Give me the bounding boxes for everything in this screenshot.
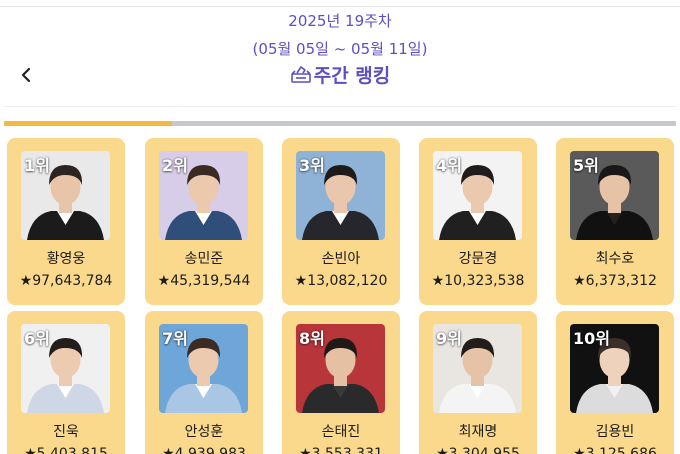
week-label: 2025년 19주차 [288, 12, 392, 30]
page-title: 주간 랭킹 [313, 64, 391, 87]
vote-box-icon [290, 65, 312, 83]
vote-score: ★3,304,955 [436, 446, 520, 454]
header-divider [4, 106, 676, 107]
ranking-card[interactable]: 1위황영웅 ★97,643,784 [7, 138, 125, 305]
ranking-card[interactable]: 5위최수호 ★6,373,312 [556, 138, 674, 305]
vote-score: ★3,125,686 [573, 446, 657, 454]
page-title-row: 주간 랭킹 [0, 60, 680, 88]
ranking-card[interactable]: 3위손빈아 ★13,082,120 [282, 138, 400, 305]
artist-name: 손태진 [321, 424, 361, 440]
vote-score: ★45,319,544 [157, 273, 251, 289]
artist-name: 최재명 [458, 424, 498, 440]
artist-name: 강문경 [458, 251, 498, 267]
rank-badge: 1위 [24, 156, 50, 175]
rank-badge: 8위 [299, 329, 325, 348]
progress-fill [4, 121, 172, 126]
rank-badge: 6위 [24, 329, 50, 348]
rank-badge: 2위 [162, 156, 188, 175]
artist-name: 최수호 [595, 251, 635, 267]
rank-badge: 4위 [436, 156, 462, 175]
weekly-ranking-page: 2025년 19주차 (05월 05일 ~ 05월 11일) 주간 랭킹 1위황… [0, 0, 680, 454]
ranking-card[interactable]: 10위김용빈 ★3,125,686 [556, 311, 674, 454]
ranking-card[interactable]: 7위안성훈 ★4,939,983 [145, 311, 263, 454]
artist-name: 손빈아 [321, 251, 361, 267]
rank-badge: 7위 [162, 329, 188, 348]
date-range: (05월 05일 ~ 05월 11일) [252, 40, 428, 58]
ranking-card[interactable]: 2위송민준 ★45,319,544 [145, 138, 263, 305]
rank-badge: 5위 [573, 156, 599, 175]
vote-score: ★5,403,815 [24, 446, 108, 454]
artist-name: 진욱 [53, 424, 79, 440]
vote-score: ★4,939,983 [162, 446, 246, 454]
ranking-card[interactable]: 8위손태진 ★3,553,331 [282, 311, 400, 454]
rank-badge: 9위 [436, 329, 462, 348]
ranking-card[interactable]: 6위진욱 ★5,403,815 [7, 311, 125, 454]
vote-score: ★10,323,538 [431, 273, 525, 289]
rank-badge: 10위 [573, 329, 610, 348]
ranking-card[interactable]: 9위최재명 ★3,304,955 [419, 311, 537, 454]
artist-name: 안성훈 [184, 424, 224, 440]
top-divider [0, 6, 680, 7]
artist-name: 김용빈 [595, 424, 635, 440]
progress-bar [4, 121, 676, 126]
vote-score: ★3,553,331 [299, 446, 383, 454]
vote-score: ★13,082,120 [294, 273, 388, 289]
artist-name: 황영웅 [46, 251, 86, 267]
rank-badge: 3위 [299, 156, 325, 175]
ranking-card[interactable]: 4위강문경 ★10,323,538 [419, 138, 537, 305]
artist-name: 송민준 [184, 251, 224, 267]
vote-score: ★97,643,784 [19, 273, 113, 289]
vote-score: ★6,373,312 [573, 273, 657, 289]
